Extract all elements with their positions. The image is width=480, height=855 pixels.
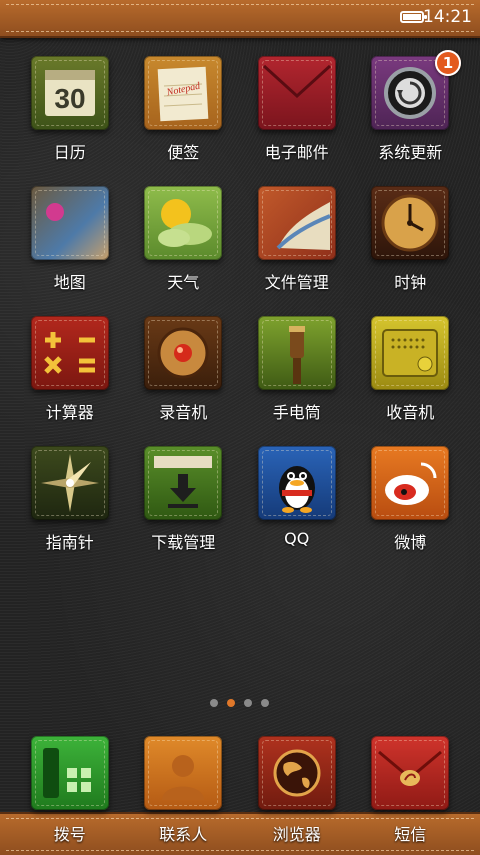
calendar-day: 30	[54, 83, 85, 114]
weather-sun-cloud-icon	[144, 186, 223, 260]
folder-icon	[257, 186, 336, 260]
app-weather[interactable]: 天气	[127, 186, 241, 298]
app-label: 手电筒	[272, 403, 321, 422]
notepad-icon: Notepad	[144, 56, 223, 130]
app-label: 地图	[53, 273, 86, 292]
dock-label: 浏览器	[272, 825, 321, 844]
compass-icon	[30, 446, 109, 520]
app-label: 指南针	[45, 533, 94, 552]
app-label: 时钟	[394, 273, 427, 292]
app-label: 微博	[394, 533, 427, 552]
app-calendar[interactable]: 30 日历	[13, 56, 127, 168]
dock-label: 短信	[394, 825, 427, 844]
notification-badge: 1	[435, 50, 461, 76]
app-calculator[interactable]: 计算器	[13, 316, 127, 428]
app-label: 系统更新	[378, 143, 443, 162]
dock-label: 拨号	[53, 825, 86, 844]
app-label: 电子邮件	[264, 143, 329, 162]
app-label: 下载管理	[151, 533, 216, 552]
status-clock: 14:21	[423, 7, 472, 27]
app-label: 录音机	[159, 403, 208, 422]
status-bar: 14:21	[0, 0, 480, 38]
phone-dialer-icon	[30, 736, 109, 810]
app-compass[interactable]: 指南针	[13, 446, 127, 558]
app-notes[interactable]: Notepad 便签	[127, 56, 241, 168]
dock-app-dialer[interactable]: 拨号	[13, 736, 127, 852]
page-indicator[interactable]	[210, 699, 269, 707]
app-flashlight[interactable]: 手电筒	[240, 316, 354, 428]
page-dot[interactable]	[244, 699, 252, 707]
globe-browser-icon	[257, 736, 336, 810]
envelope-icon	[257, 56, 336, 130]
app-clock[interactable]: 时钟	[354, 186, 468, 298]
app-grid: 30 日历 Notepad 便签 电子邮件 1 系统更新 地图 天气 文件管理 …	[13, 50, 468, 558]
app-label: 日历	[53, 143, 86, 162]
page-dot[interactable]	[261, 699, 269, 707]
dock: 拨号 联系人 浏览器 短信	[13, 736, 467, 852]
map-icon	[30, 186, 109, 260]
qq-penguin-icon	[257, 446, 336, 520]
app-recorder[interactable]: 录音机	[127, 316, 241, 428]
app-qq[interactable]: QQ	[240, 446, 354, 558]
calculator-icon	[30, 316, 109, 390]
battery-icon	[400, 11, 427, 23]
app-label: 天气	[167, 273, 200, 292]
message-envelope-icon	[371, 736, 450, 810]
app-download-manager[interactable]: 下载管理	[127, 446, 241, 558]
app-label: QQ	[284, 529, 310, 548]
dock-label: 联系人	[159, 825, 208, 844]
app-label: 计算器	[45, 403, 94, 422]
flashlight-icon	[257, 316, 336, 390]
dock-app-browser[interactable]: 浏览器	[240, 736, 354, 852]
app-label: 文件管理	[264, 273, 329, 292]
weibo-icon	[371, 446, 450, 520]
app-email[interactable]: 电子邮件	[240, 56, 354, 168]
app-map[interactable]: 地图	[13, 186, 127, 298]
clock-icon	[371, 186, 450, 260]
download-icon	[144, 446, 223, 520]
contacts-icon	[144, 736, 223, 810]
radio-icon	[371, 316, 450, 390]
dock-app-contacts[interactable]: 联系人	[127, 736, 241, 852]
dock-app-sms[interactable]: 短信	[354, 736, 468, 852]
app-label: 收音机	[386, 403, 435, 422]
app-weibo[interactable]: 微博	[354, 446, 468, 558]
page-dot-active[interactable]	[227, 699, 235, 707]
app-file-manager[interactable]: 文件管理	[240, 186, 354, 298]
notepad-text: Notepad	[165, 80, 202, 98]
page-dot[interactable]	[210, 699, 218, 707]
app-radio[interactable]: 收音机	[354, 316, 468, 428]
calendar-icon: 30	[30, 56, 109, 130]
app-label: 便签	[167, 143, 200, 162]
recorder-icon	[144, 316, 223, 390]
app-system-update[interactable]: 1 系统更新	[354, 50, 468, 168]
